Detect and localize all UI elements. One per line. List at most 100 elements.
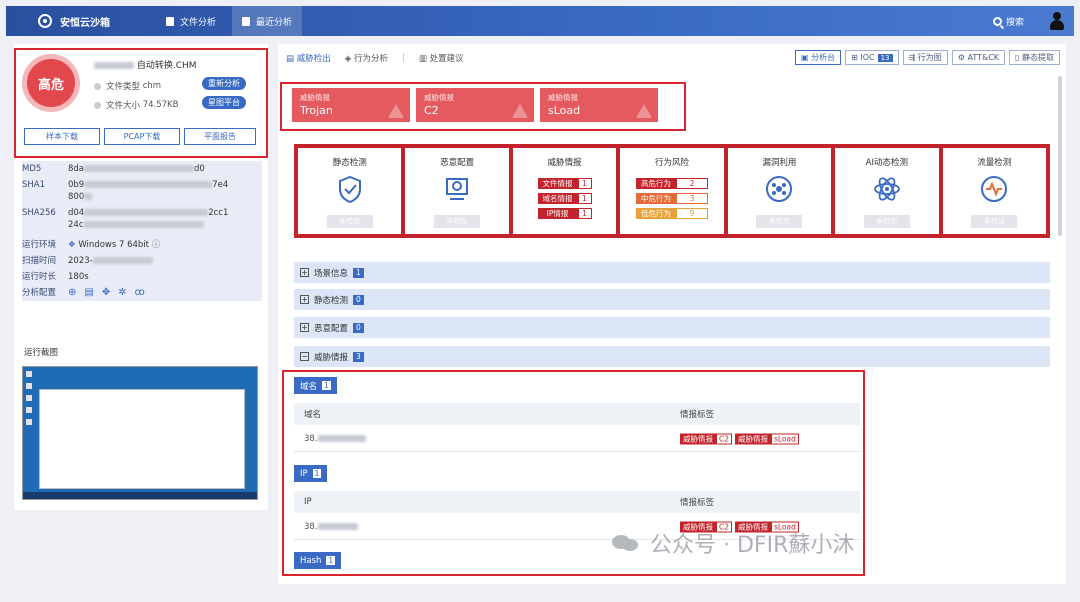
- intel-card-sload: 威胁情报 sLoad: [540, 88, 658, 122]
- wechat-icon: [612, 533, 640, 553]
- card-traffic-detection[interactable]: 流量检测 未检出: [942, 148, 1046, 234]
- sha1-label: SHA1: [22, 180, 46, 190]
- intel-tag: 威胁情报 C2: [680, 433, 733, 444]
- ip-subsection-label: IP 1: [294, 465, 328, 482]
- intel-count-row: 域名情报 1: [513, 193, 616, 204]
- app-logo[interactable]: 安恒云沙箱: [38, 14, 110, 29]
- card-static-detection[interactable]: 静态检测 未检出: [298, 148, 402, 234]
- xingtu-platform-button[interactable]: 星图平台: [202, 96, 246, 109]
- scrollbar[interactable]: [1058, 76, 1062, 236]
- pcap-download-button[interactable]: PCAP下载: [104, 128, 180, 145]
- analysis-console-button[interactable]: ▣ 分析台: [794, 50, 842, 65]
- section-threat-intel[interactable]: − 威胁情报 3: [294, 346, 1050, 367]
- card-behavior-risk[interactable]: 行为风险 高危行为 2 中危行为 3 低危行为 9: [620, 148, 724, 234]
- intel-card-value: sLoad: [548, 104, 581, 117]
- tab-threat-detection[interactable]: ▤ 威胁检出: [286, 52, 331, 64]
- intel-tags: 威胁情报 C2 威胁情报 sLoad: [680, 433, 799, 444]
- tab-behavior-analysis[interactable]: ◈ 行为分析: [345, 52, 388, 64]
- section-malicious-config[interactable]: + 恶意配置 0: [294, 317, 1050, 338]
- config-icon-4[interactable]: ✲: [118, 287, 126, 299]
- desktop-icon: [26, 371, 32, 377]
- redacted-text: [94, 62, 134, 69]
- file-size-row: 文件大小 74.57KB: [94, 99, 178, 111]
- screenshot-title: 运行截图: [24, 348, 59, 358]
- xingtu-label: 星图平台: [208, 98, 240, 107]
- config-icon-1[interactable]: ⊕: [68, 287, 76, 299]
- behavior-graph-button[interactable]: ⇶ 行为图: [902, 50, 948, 65]
- subsection-label: Hash: [300, 555, 322, 566]
- config-icon-5[interactable]: ꝏ: [135, 287, 145, 299]
- card-title: 恶意配置: [440, 158, 475, 168]
- card-threat-intel[interactable]: 威胁情报 文件情报 1 域名情报 1 IP情报 1: [512, 148, 617, 234]
- redacted-text: [84, 181, 213, 188]
- tab-remediation[interactable]: ▥ 处置建议: [419, 52, 464, 64]
- ip-table-header: IP 情报标签: [294, 491, 860, 513]
- reanalyze-button[interactable]: 重新分析: [202, 77, 246, 90]
- sample-download-button[interactable]: 样本下载: [24, 128, 100, 145]
- intel-tag: 威胁情报 sLoad: [735, 433, 799, 444]
- md5-label: MD5: [22, 164, 42, 174]
- button-label: 样本下载: [46, 132, 78, 141]
- expand-icon: +: [300, 323, 309, 332]
- table-row: 38. 威胁情报 C2 威胁情报 sLoad: [294, 426, 860, 452]
- tool-label: 行为图: [917, 53, 942, 62]
- screenshot-taskbar: [23, 492, 257, 499]
- info-icon[interactable]: ⓘ: [152, 240, 161, 250]
- card-title: 静态检测: [332, 158, 367, 168]
- subsection-count: 1: [312, 469, 322, 478]
- runtime-screenshot-thumbnail[interactable]: [22, 366, 258, 500]
- desktop-icon: [26, 419, 32, 425]
- intel-card-value: C2: [424, 104, 439, 117]
- section-scene-info[interactable]: + 场景信息 1: [294, 262, 1050, 283]
- nav-tab-label: 最近分析: [256, 17, 293, 28]
- section-label: 静态检测: [314, 295, 349, 306]
- collapse-icon: −: [300, 352, 309, 361]
- sha1-suffix: 7e4: [212, 180, 229, 190]
- watermark-text: 公众号 · DFIR蘇小沐: [650, 533, 855, 558]
- card-ai-dynamic[interactable]: AI动态检测 未检出: [835, 148, 939, 234]
- card-exploit[interactable]: 漏洞利用 未检出: [727, 148, 832, 234]
- nav-tab-file-analysis[interactable]: 文件分析: [156, 6, 226, 36]
- top-navigation-bar: 安恒云沙箱 文件分析 最近分析 搜索: [6, 6, 1074, 36]
- file-size-icon: [94, 101, 101, 109]
- nav-tab-recent-analysis[interactable]: 最近分析: [232, 6, 303, 36]
- button-label: PCAP下载: [123, 132, 161, 141]
- sha256-suffix: 2cc1: [208, 208, 229, 218]
- hash-subsection-label: Hash 1: [294, 552, 342, 569]
- subsection-count: 1: [326, 556, 336, 565]
- file-details: MD5 8da d0 SHA1 0b9 7e4 800 SHA256 d04 2cc1 2…: [22, 161, 262, 301]
- tag-type: 威胁情报: [680, 433, 716, 444]
- flat-report-button[interactable]: 平面报告: [184, 128, 256, 145]
- pulse-circle-icon: [981, 176, 1008, 202]
- count-label: IP情报: [537, 208, 578, 219]
- user-avatar-icon[interactable]: [1050, 12, 1064, 30]
- config-icon-3[interactable]: ✥: [102, 287, 110, 299]
- ioc-button[interactable]: ⊞ IOC 13: [845, 50, 899, 65]
- expand-icon: +: [300, 268, 309, 277]
- watermark: 公众号 · DFIR蘇小沐: [612, 527, 854, 559]
- section-static-detection[interactable]: + 静态检测 0: [294, 289, 1050, 310]
- attck-button[interactable]: ⚙ ATT&CK: [951, 50, 1006, 65]
- duration-label: 运行时长: [22, 272, 57, 282]
- count-value: 2: [675, 178, 708, 189]
- desktop-icon: [26, 407, 32, 413]
- file-type-icon: [94, 82, 101, 90]
- config-icon-2[interactable]: ▤: [84, 287, 93, 299]
- card-title: AI动态检测: [865, 158, 908, 168]
- tab-label: 威胁检出: [296, 54, 331, 64]
- intel-card-value: Trojan: [300, 104, 333, 117]
- static-extract-button[interactable]: ▯ 静态提取: [1009, 50, 1060, 65]
- tab-label: 行为分析: [354, 54, 389, 64]
- logo-icon: [38, 14, 52, 28]
- intel-count-row: IP情报 1: [513, 208, 616, 219]
- card-title: 流量检测: [977, 158, 1012, 168]
- md5-value: 8da d0: [68, 163, 262, 175]
- sha1-prefix: 0b9: [68, 180, 85, 190]
- card-status: 未检出: [756, 215, 803, 228]
- file-name: 自动转换.CHM: [94, 58, 197, 71]
- section-count: 3: [353, 351, 364, 362]
- search-button[interactable]: 搜索: [992, 15, 1024, 28]
- card-malicious-config[interactable]: 恶意配置 未检出: [405, 148, 509, 234]
- count-label: 中危行为: [635, 193, 676, 204]
- sample-summary-panel: 高危 自动转换.CHM 文件类型 chm 文件大小 74.57KB 重新分析 星…: [14, 44, 268, 344]
